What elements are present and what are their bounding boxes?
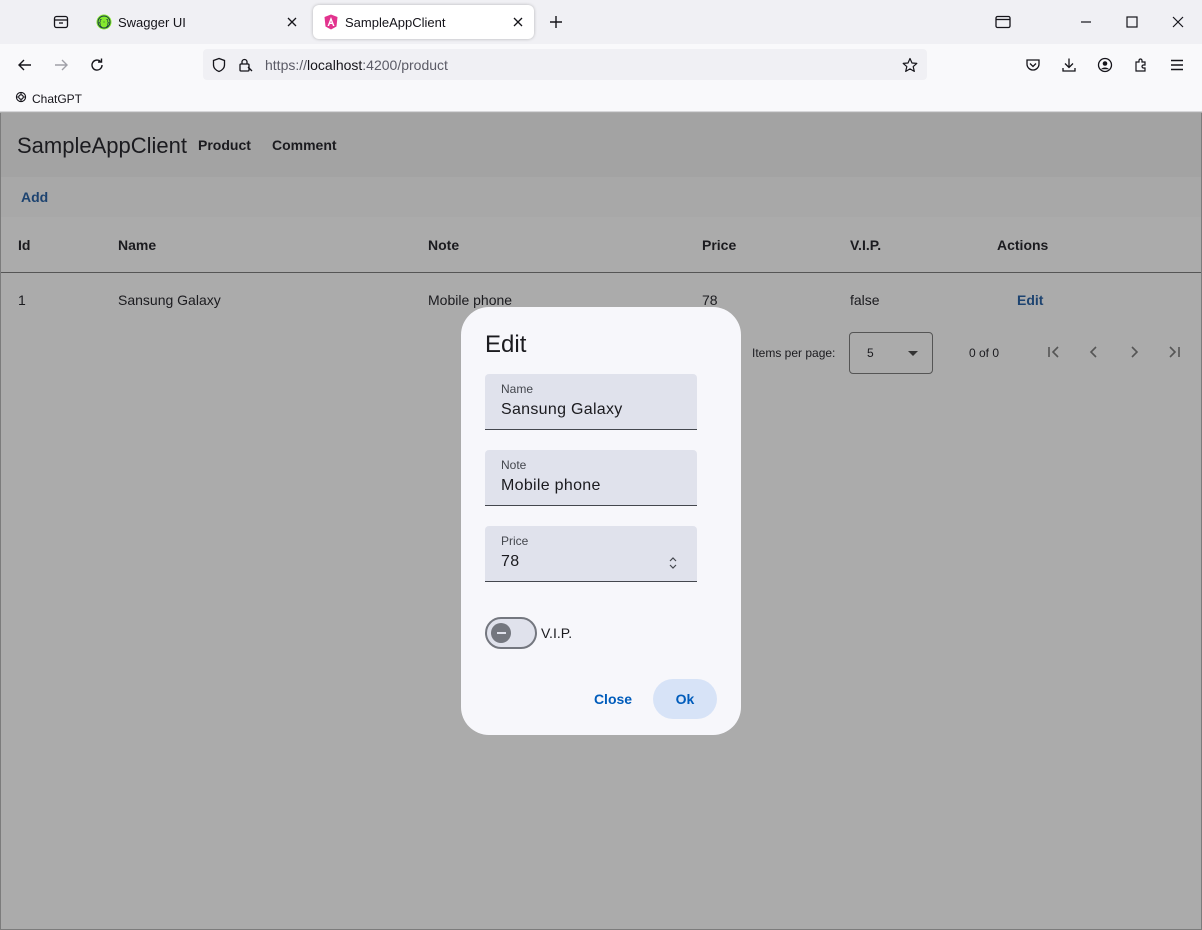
- reload-icon[interactable]: [83, 52, 111, 78]
- tab-swagger[interactable]: {·} Swagger UI: [86, 5, 308, 39]
- cell-id: 1: [18, 292, 26, 308]
- first-page-icon[interactable]: [1043, 341, 1065, 363]
- cell-price: 78: [702, 292, 718, 308]
- close-icon[interactable]: [510, 14, 526, 30]
- bookmark-label: ChatGPT: [32, 91, 83, 106]
- column-header-id[interactable]: Id: [18, 237, 30, 253]
- name-field-label: Name: [501, 382, 534, 396]
- vip-toggle[interactable]: [485, 617, 537, 649]
- cell-vip: false: [850, 292, 880, 308]
- toggle-knob: [491, 623, 511, 643]
- url-scheme: https://: [265, 57, 308, 73]
- bookmarks-bar: ChatGPT: [0, 86, 1202, 112]
- account-icon[interactable]: [1091, 52, 1119, 78]
- url-path: :4200/product: [362, 57, 448, 73]
- price-field-value[interactable]: 78: [501, 553, 671, 571]
- bookmark-chatgpt[interactable]: ChatGPT: [15, 91, 82, 106]
- dialog-title: Edit: [485, 331, 527, 358]
- angular-icon: [323, 14, 339, 30]
- cell-note: Mobile phone: [428, 292, 513, 308]
- maximize-icon[interactable]: [1117, 8, 1147, 36]
- window-list-icon[interactable]: [988, 8, 1018, 36]
- column-header-price[interactable]: Price: [702, 237, 736, 253]
- close-button[interactable]: Close: [585, 679, 641, 719]
- header-divider: [1, 272, 1201, 273]
- page-size-value: 5: [867, 346, 874, 360]
- swagger-icon: {·}: [96, 14, 112, 30]
- app-toolbar: SampleAppClient Product Comment: [1, 113, 1201, 177]
- page-size-select[interactable]: 5: [849, 332, 933, 374]
- star-icon[interactable]: [901, 56, 919, 74]
- column-header-actions: Actions: [997, 237, 1049, 253]
- back-icon[interactable]: [11, 52, 39, 78]
- column-header-note[interactable]: Note: [428, 237, 459, 253]
- price-field-label: Price: [501, 534, 529, 548]
- ok-button[interactable]: Ok: [653, 679, 717, 719]
- url-host: localhost: [307, 57, 363, 73]
- app-title: SampleAppClient: [17, 133, 187, 158]
- browser-tab-bar: {·} Swagger UI SampleAppClient: [0, 0, 1202, 44]
- tab-title: SampleAppClient: [345, 14, 446, 30]
- window-close-icon[interactable]: [1163, 8, 1193, 36]
- paginator-range: 0 of 0: [969, 346, 1000, 360]
- vip-toggle-label[interactable]: V.I.P.: [541, 625, 572, 641]
- svg-text:{·}: {·}: [98, 18, 111, 27]
- name-field[interactable]: Name Sansung Galaxy: [485, 374, 697, 430]
- caret-down-icon: [908, 351, 918, 356]
- note-field-label: Note: [501, 458, 527, 472]
- price-field[interactable]: Price 78: [485, 526, 697, 582]
- shield-icon[interactable]: [210, 56, 228, 74]
- new-tab-icon[interactable]: [544, 10, 568, 34]
- note-field[interactable]: Note Mobile phone: [485, 450, 697, 506]
- url-bar[interactable]: https://localhost:4200/product: [203, 49, 927, 80]
- tab-list-icon[interactable]: [46, 8, 76, 36]
- lock-icon[interactable]: [236, 56, 254, 74]
- stepper-icon[interactable]: [667, 554, 679, 572]
- cell-name: Sansung Galaxy: [118, 292, 221, 308]
- extensions-icon[interactable]: [1127, 52, 1155, 78]
- menu-icon[interactable]: [1163, 52, 1191, 78]
- items-per-page-label: Items per page:: [752, 346, 836, 360]
- column-header-name[interactable]: Name: [118, 237, 156, 253]
- note-field-value[interactable]: Mobile phone: [501, 477, 671, 495]
- tab-title: Swagger UI: [118, 14, 186, 30]
- nav-link-product[interactable]: Product: [198, 137, 251, 153]
- edit-dialog: Edit Name Sansung Galaxy Note Mobile pho…: [461, 307, 741, 735]
- browser-nav-bar: https://localhost:4200/product: [0, 44, 1202, 86]
- last-page-icon[interactable]: [1163, 341, 1185, 363]
- close-icon[interactable]: [284, 14, 300, 30]
- nav-link-comment[interactable]: Comment: [272, 137, 337, 153]
- next-page-icon[interactable]: [1123, 341, 1145, 363]
- action-bar: Add: [1, 177, 1201, 217]
- minimize-icon[interactable]: [1071, 8, 1101, 36]
- name-field-value[interactable]: Sansung Galaxy: [501, 401, 671, 419]
- forward-icon[interactable]: [47, 52, 75, 78]
- column-header-vip[interactable]: V.I.P.: [850, 237, 881, 253]
- openai-icon: [15, 91, 27, 106]
- add-button[interactable]: Add: [21, 189, 48, 205]
- tab-sampleappclient[interactable]: SampleAppClient: [313, 5, 534, 39]
- pocket-icon[interactable]: [1019, 52, 1047, 78]
- minus-icon: [496, 632, 506, 634]
- edit-button[interactable]: Edit: [1017, 292, 1043, 308]
- url-text[interactable]: https://localhost:4200/product: [265, 57, 448, 73]
- previous-page-icon[interactable]: [1083, 341, 1105, 363]
- download-icon[interactable]: [1055, 52, 1083, 78]
